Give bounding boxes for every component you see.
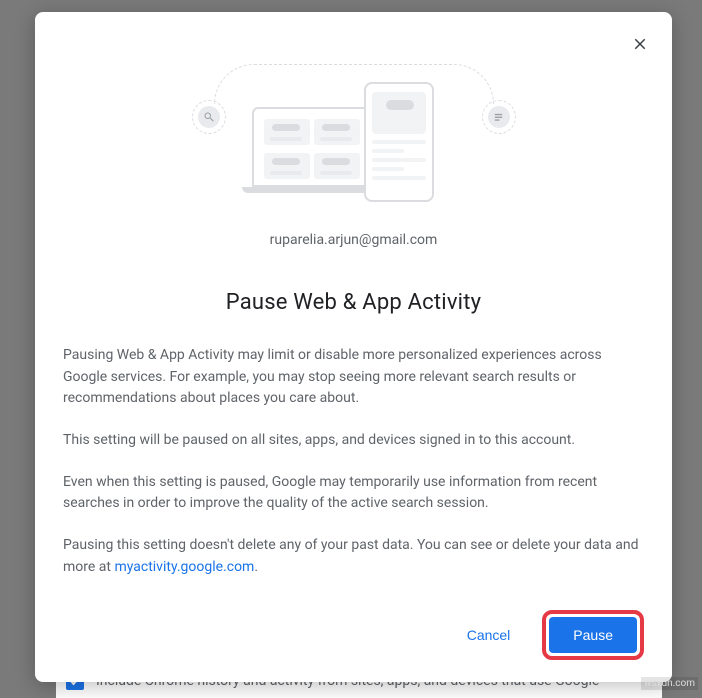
cancel-button[interactable]: Cancel bbox=[457, 619, 521, 651]
document-icon bbox=[482, 100, 516, 134]
phone-illustration bbox=[364, 82, 434, 202]
close-button[interactable] bbox=[626, 30, 654, 58]
body-paragraph-1: Pausing Web & App Activity may limit or … bbox=[63, 345, 644, 410]
search-icon bbox=[192, 100, 226, 134]
hero-illustration bbox=[204, 72, 504, 202]
dialog-actions: Cancel Pause bbox=[35, 600, 672, 682]
close-icon bbox=[631, 35, 649, 53]
body-paragraph-3: Even when this setting is paused, Google… bbox=[63, 472, 644, 515]
laptop-illustration bbox=[242, 107, 382, 202]
watermark: wsxdn.com bbox=[641, 677, 698, 690]
body-paragraph-2: This setting will be paused on all sites… bbox=[63, 430, 644, 452]
dialog-header: ruparelia.arjun@gmail.com bbox=[35, 12, 672, 266]
account-email: ruparelia.arjun@gmail.com bbox=[55, 232, 652, 248]
pause-activity-dialog: ruparelia.arjun@gmail.com Pause Web & Ap… bbox=[35, 12, 672, 682]
dialog-title: Pause Web & App Activity bbox=[63, 290, 644, 315]
body-paragraph-4: Pausing this setting doesn't delete any … bbox=[63, 535, 644, 578]
pause-button-highlight: Pause bbox=[542, 610, 644, 660]
dialog-body: Pause Web & App Activity Pausing Web & A… bbox=[35, 266, 672, 600]
pause-button[interactable]: Pause bbox=[549, 617, 637, 653]
myactivity-link[interactable]: myactivity.google.com bbox=[114, 559, 254, 575]
p4-text-post: . bbox=[254, 559, 258, 575]
